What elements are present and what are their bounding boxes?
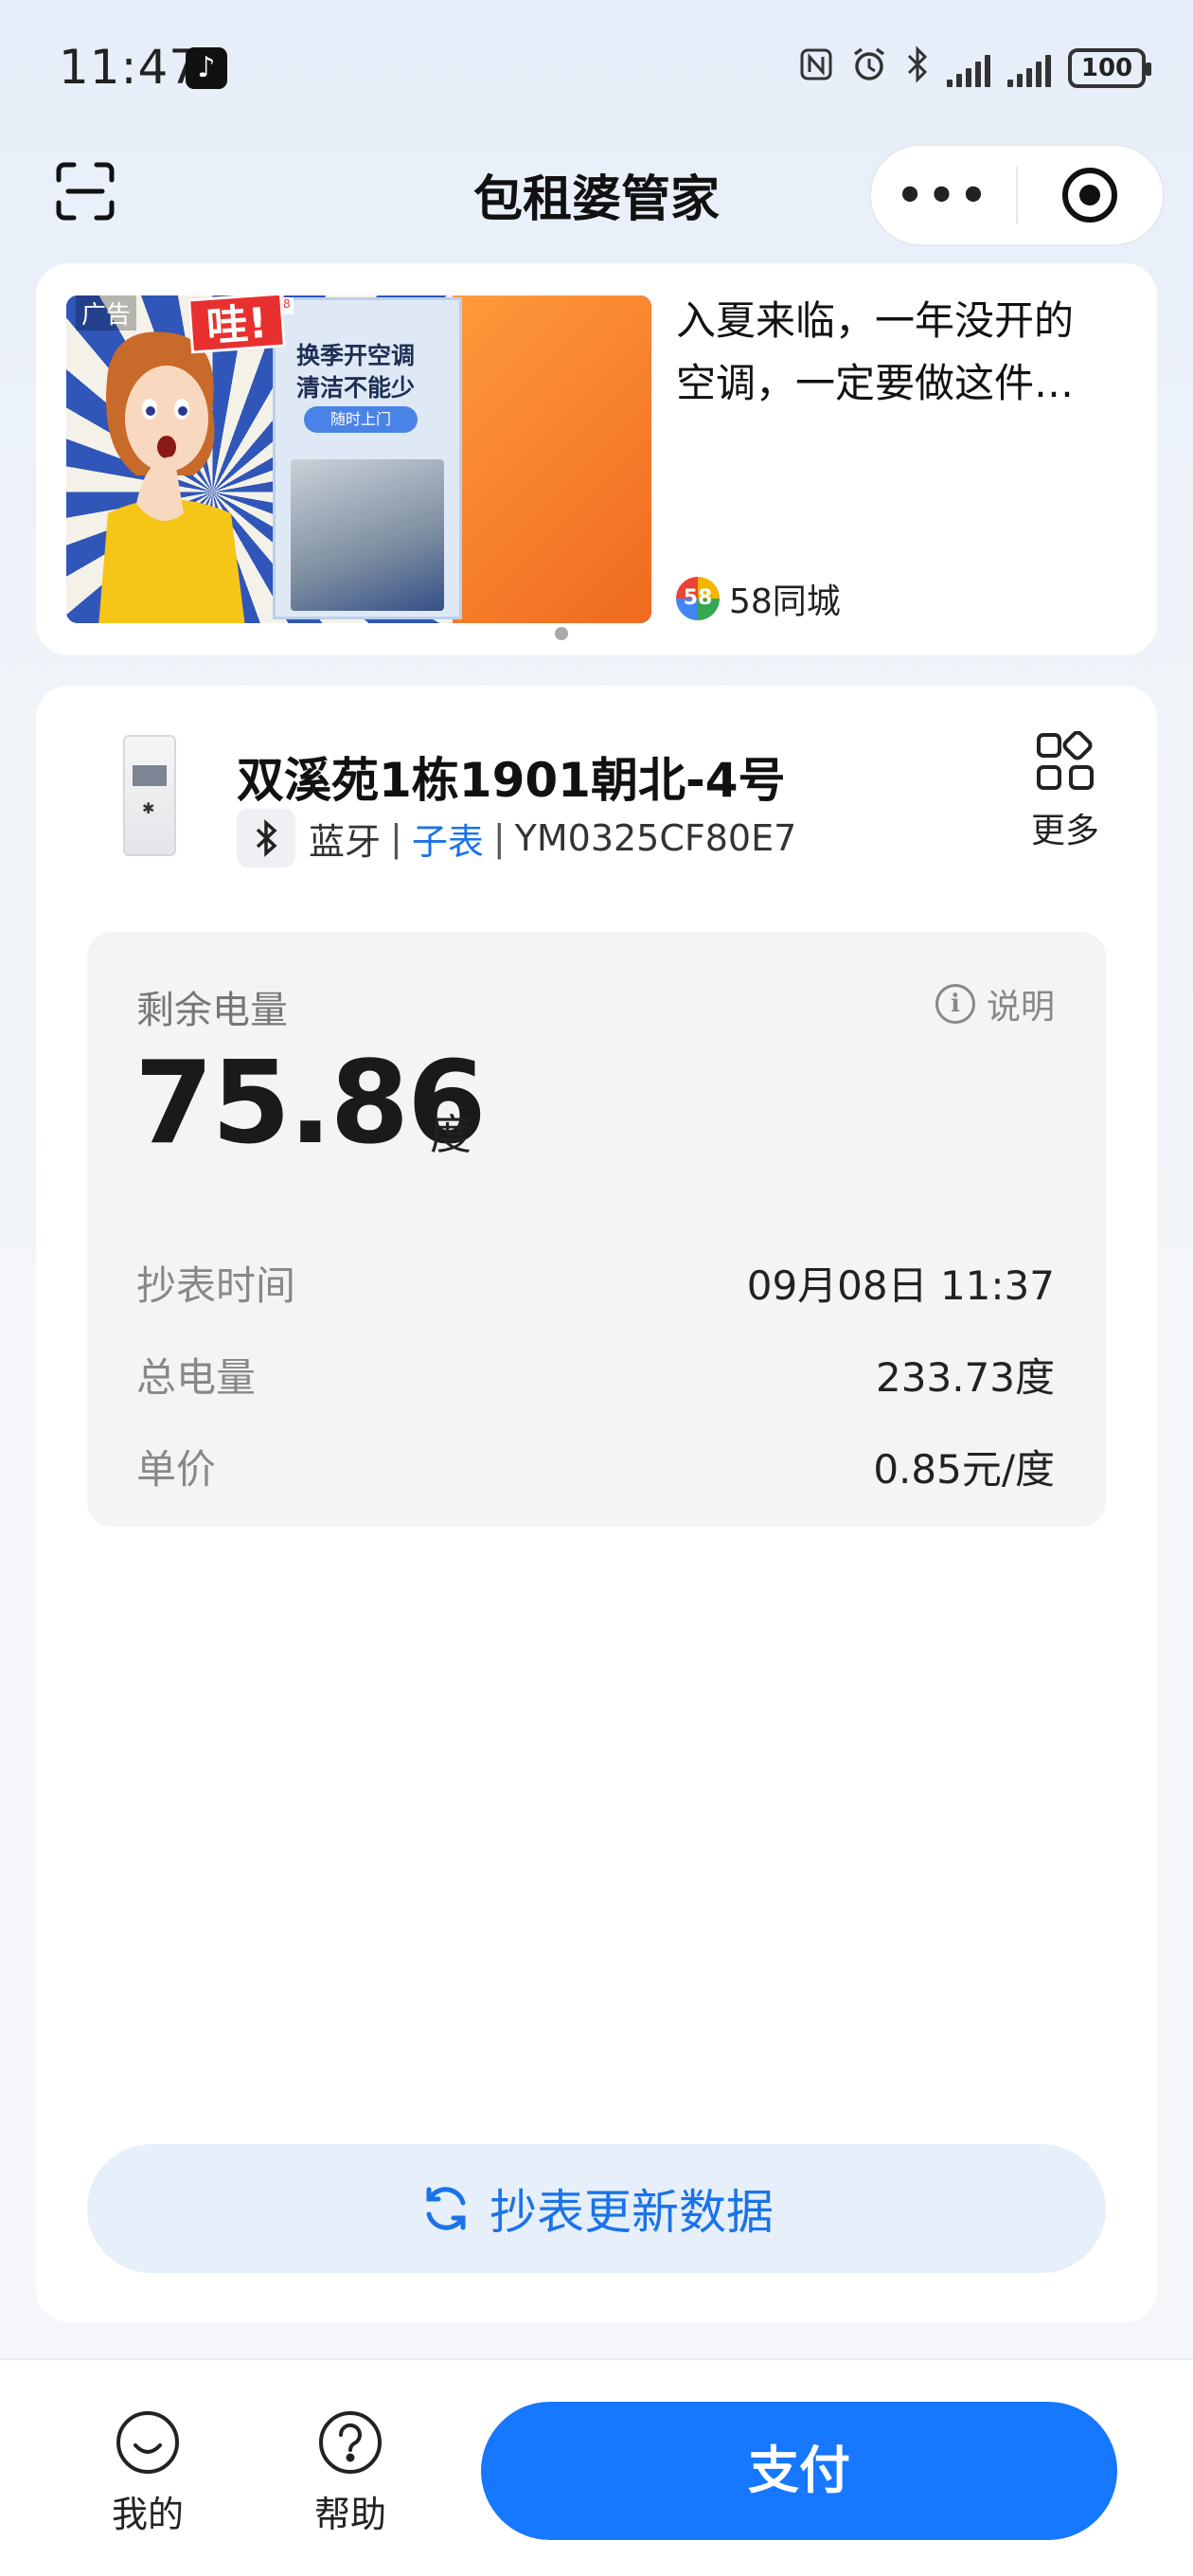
ad-image-button: 随时上门 (304, 406, 418, 433)
more-button[interactable]: 更多 (1023, 730, 1108, 852)
signal-1-icon (947, 49, 990, 87)
info-row-key: 总电量 (136, 1354, 257, 1401)
info-row-total: 总电量 233.73度 (136, 1346, 1055, 1404)
explain-button[interactable]: i 说明 (935, 979, 1055, 1029)
refresh-icon (426, 2187, 466, 2230)
help-icon (319, 2411, 382, 2474)
help-label: 帮助 (313, 2494, 386, 2535)
info-icon: i (935, 984, 975, 1024)
bluetooth-icon (237, 809, 295, 868)
ad-image-photo (291, 459, 444, 611)
mine-button[interactable]: 我的 (91, 2409, 205, 2537)
electric-meter-image: ✱ (123, 735, 176, 856)
nfc-icon (799, 47, 833, 89)
info-row-value: 09月08日 11:37 (746, 1262, 1055, 1309)
status-bar: 11:47 ♪ 100 (0, 0, 1193, 133)
device-meta: 蓝牙 | 子表 | YM0325CF80E7 (237, 809, 796, 868)
bluetooth-status-icon (905, 45, 930, 91)
alarm-icon (850, 45, 888, 91)
tiktok-notification-icon: ♪ (186, 47, 227, 89)
ad-text-line1: 入夏来临，一年没开的 (676, 297, 1075, 344)
info-row-value: 0.85元/度 (873, 1446, 1055, 1493)
carousel-indicator (555, 627, 568, 640)
more-label: 更多 (1030, 812, 1099, 850)
ad-image-headline-2: 清洁不能少 (296, 374, 416, 402)
close-miniprogram-button[interactable] (1018, 168, 1163, 223)
refresh-meter-button[interactable]: 抄表更新数据 (87, 2144, 1106, 2273)
more-dots-icon[interactable]: ••• (871, 170, 1016, 221)
cartoon-woman-illustration (98, 331, 245, 623)
signal-2-icon (1007, 49, 1051, 87)
bottom-bar: 我的 帮助 支付 (0, 2358, 1193, 2576)
meter-type-link[interactable]: 子表 (412, 813, 484, 865)
status-icons: 100 (799, 45, 1151, 91)
miniprogram-capsule: ••• (869, 144, 1165, 246)
remaining-unit: 度 (430, 1111, 472, 1159)
grid-apps-icon (1037, 730, 1094, 790)
info-row-key: 抄表时间 (136, 1262, 296, 1309)
58-logo-icon: 58 (676, 577, 720, 620)
ad-exclaim-bubble: 哇! (187, 295, 286, 354)
ad-image[interactable]: 换季开空调 清洁不能少 随时上门 58 哇! 广告 (66, 295, 651, 623)
ad-source-label: 58同城 (729, 582, 841, 621)
ad-source: 58 58同城 (676, 574, 841, 623)
target-icon (1062, 168, 1118, 223)
ad-poster: 换季开空调清洁不能少 随时上门 (273, 297, 462, 619)
ad-image-headline-1: 换季开空调 (296, 342, 416, 369)
ad-text-line2: 空调，一定要做这件… (676, 360, 1075, 406)
device-name: 双溪苑1栋1901朝北-4号 (237, 753, 786, 808)
meter-card: ✱ 双溪苑1栋1901朝北-4号 蓝牙 | 子表 | YM0325CF80E7 … (36, 686, 1157, 2322)
mine-label: 我的 (111, 2494, 184, 2535)
smile-icon (116, 2411, 179, 2474)
remaining-label: 剩余电量 (136, 989, 288, 1032)
battery-indicator: 100 (1068, 48, 1151, 88)
title-bar: 包租婆管家 ••• (0, 142, 1193, 246)
electricity-info-panel: 剩余电量 i 说明 75.86 度 抄表时间 09月08日 11:37 总电量 … (87, 932, 1106, 1527)
ad-card[interactable]: 换季开空调清洁不能少 随时上门 58 哇! 广告 入夏来临，一年没开的 空调，一… (36, 263, 1157, 655)
pay-button[interactable]: 支付 (481, 2402, 1117, 2540)
refresh-label: 抄表更新数据 (490, 2185, 774, 2240)
ad-text[interactable]: 入夏来临，一年没开的 空调，一定要做这件… (676, 290, 1140, 415)
ad-label: 广告 (76, 295, 137, 331)
help-button[interactable]: 帮助 (294, 2409, 407, 2537)
device-id: YM0325CF80E7 (514, 817, 797, 859)
info-row-value: 233.73度 (876, 1354, 1055, 1401)
meta-separator: | (390, 817, 402, 859)
meta-separator: | (492, 817, 506, 859)
connection-type: 蓝牙 (309, 820, 382, 863)
status-time: 11:47 (59, 40, 201, 95)
info-row-key: 单价 (136, 1446, 217, 1493)
info-row-price: 单价 0.85元/度 (136, 1438, 1055, 1495)
info-row-read-time: 抄表时间 09月08日 11:37 (136, 1254, 1055, 1312)
explain-label: 说明 (986, 988, 1055, 1027)
